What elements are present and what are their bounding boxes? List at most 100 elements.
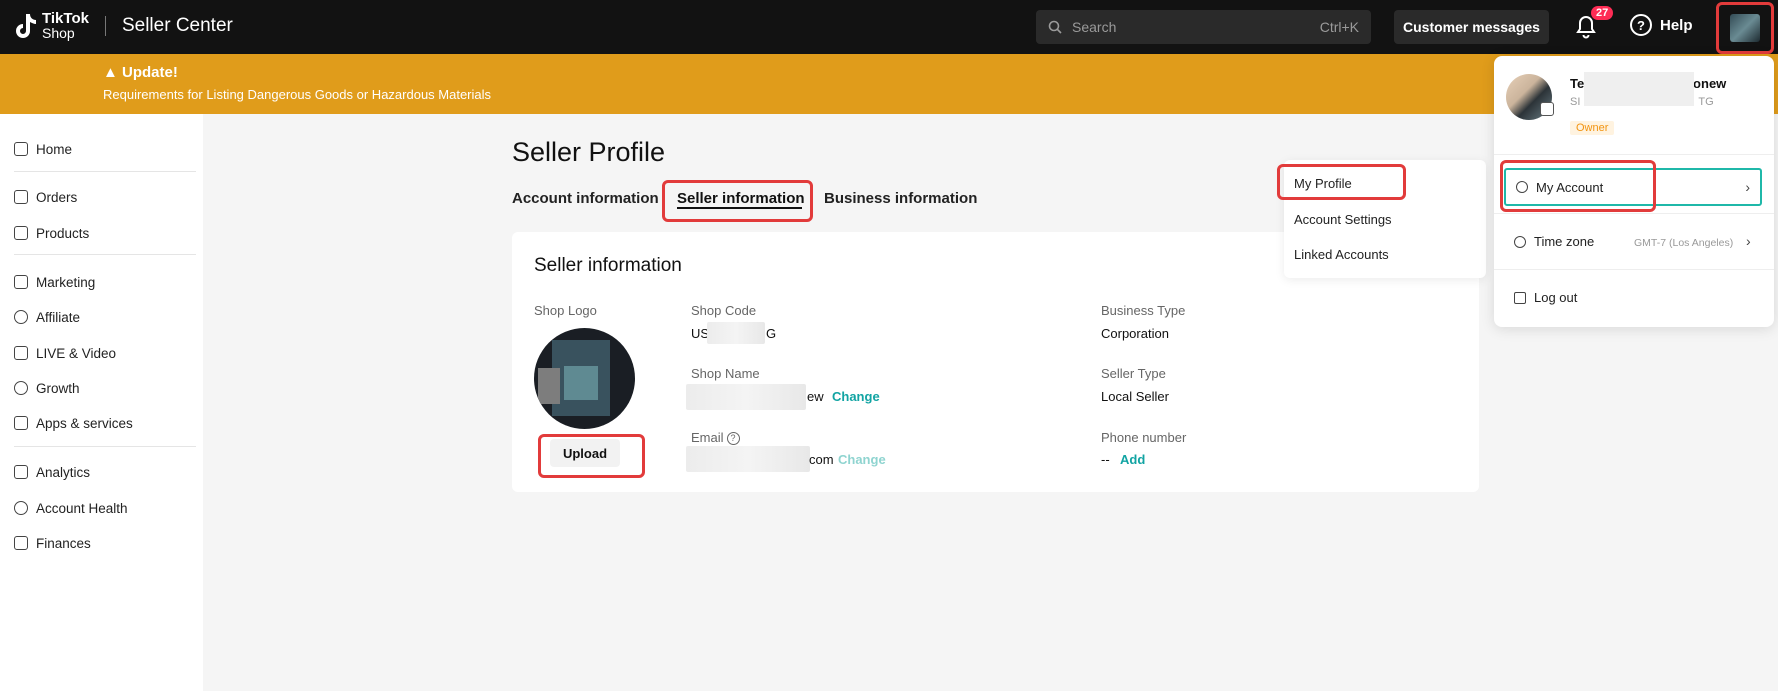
home-icon	[14, 142, 28, 156]
account-dropdown: Te iaonew SI TG Owner My Account › Time zo…	[1494, 56, 1774, 327]
sidebar-item-apps-services[interactable]: Apps & services	[14, 413, 133, 433]
search-shortcut: Ctrl+K	[1319, 19, 1359, 35]
sidebar-item-finances[interactable]: Finances	[14, 533, 91, 553]
redacted-shop-name	[686, 384, 806, 410]
my-account-label: My Account	[1536, 179, 1604, 195]
account-id-start: SI	[1570, 96, 1581, 108]
video-icon	[14, 346, 28, 360]
avatar	[1730, 14, 1760, 42]
menu-item-account-settings[interactable]: Account Settings	[1294, 212, 1392, 227]
upload-button[interactable]: Upload	[550, 439, 620, 467]
sidebar-divider	[14, 254, 196, 255]
shop-name-label: Shop Name	[691, 366, 760, 381]
trophy-icon	[14, 501, 28, 515]
affiliate-icon	[14, 310, 28, 324]
sidebar-item-marketing[interactable]: Marketing	[14, 272, 95, 292]
wallet-icon	[14, 536, 28, 550]
account-avatar-button[interactable]	[1716, 2, 1774, 54]
tiktok-note-icon	[16, 14, 36, 38]
product-name: Seller Center	[121, 15, 233, 36]
log-out-label: Log out	[1534, 290, 1578, 305]
sidebar-item-live-video[interactable]: LIVE & Video	[14, 343, 116, 363]
sidebar: Home Orders Products Marketing Affiliate…	[0, 114, 203, 691]
logo-divider	[104, 16, 106, 36]
menu-item-linked-accounts[interactable]: Linked Accounts	[1294, 247, 1389, 262]
sidebar-item-products[interactable]: Products	[14, 223, 89, 243]
card-title: Seller information	[534, 255, 682, 276]
business-type-label: Business Type	[1101, 303, 1186, 318]
help-button[interactable]: ? Help	[1630, 14, 1693, 36]
shop-logo-label: Shop Logo	[534, 303, 597, 318]
log-out-item[interactable]: Log out	[1514, 290, 1577, 305]
dropdown-divider	[1494, 213, 1774, 214]
time-zone-item[interactable]: Time zone	[1514, 234, 1594, 249]
time-zone-value: GMT-7 (Los Angeles)	[1634, 237, 1734, 249]
sidebar-item-label: Apps & services	[36, 415, 133, 431]
shop-code-label: Shop Code	[691, 303, 757, 318]
brand-name: TikTok Shop	[42, 11, 89, 41]
banner-title: ▲ Update!	[103, 64, 178, 81]
sidebar-item-label: Orders	[36, 189, 78, 205]
phone-number-value: --	[1101, 452, 1110, 467]
sidebar-item-label: Affiliate	[36, 309, 81, 325]
sidebar-item-label: Analytics	[36, 464, 91, 480]
user-icon	[1516, 181, 1528, 193]
megaphone-icon	[14, 275, 28, 289]
apps-icon	[14, 416, 28, 430]
tab-account-information[interactable]: Account information	[512, 190, 659, 207]
seller-type-label: Seller Type	[1101, 366, 1166, 381]
edit-avatar-icon[interactable]	[1540, 102, 1554, 116]
medal-icon	[14, 381, 28, 395]
help-label: Help	[1660, 16, 1693, 34]
chevron-right-icon: ›	[1746, 233, 1751, 249]
sidebar-item-label: Growth	[36, 380, 80, 396]
search-icon	[1048, 20, 1062, 34]
top-navigation-bar: TikTok Shop Seller Center Search Ctrl+K …	[0, 0, 1778, 54]
sidebar-item-analytics[interactable]: Analytics	[14, 462, 90, 482]
account-id-end: TG	[1698, 96, 1714, 108]
dropdown-divider	[1494, 269, 1774, 270]
sidebar-item-home[interactable]: Home	[14, 139, 72, 159]
tiktok-shop-logo[interactable]: TikTok Shop Seller Center	[12, 11, 233, 41]
email-label: Email?	[691, 430, 740, 446]
menu-item-my-profile[interactable]: My Profile	[1294, 176, 1352, 191]
seller-type-value: Local Seller	[1101, 389, 1169, 404]
sidebar-item-label: Finances	[36, 535, 91, 551]
sidebar-item-orders[interactable]: Orders	[14, 187, 77, 207]
phone-number-label: Phone number	[1101, 430, 1187, 445]
brand-line-2: Shop	[42, 25, 75, 41]
sidebar-item-label: Products	[36, 225, 90, 241]
sidebar-item-growth[interactable]: Growth	[14, 378, 80, 398]
profile-submenu: My Profile Account Settings Linked Accou…	[1284, 160, 1486, 278]
role-badge: Owner	[1570, 121, 1615, 135]
products-icon	[14, 226, 28, 240]
time-zone-label: Time zone	[1534, 234, 1595, 249]
change-shop-name-link[interactable]: Change	[832, 389, 880, 404]
change-email-link[interactable]: Change	[838, 452, 886, 467]
shop-code-suffix: G	[766, 326, 777, 341]
redacted-shop-code	[707, 322, 765, 344]
search-input[interactable]: Search Ctrl+K	[1036, 10, 1371, 44]
sidebar-item-account-health[interactable]: Account Health	[14, 498, 128, 518]
account-name-start: Te	[1570, 76, 1585, 91]
tab-business-information[interactable]: Business information	[824, 190, 977, 207]
shop-name-suffix: ew	[807, 389, 824, 404]
redacted-email	[686, 446, 810, 472]
orders-icon	[14, 190, 28, 204]
chevron-right-icon: ›	[1745, 179, 1750, 195]
tab-seller-information[interactable]: Seller information	[677, 190, 805, 207]
banner-message[interactable]: Requirements for Listing Dangerous Goods…	[103, 87, 491, 102]
notification-count-badge: 27	[1591, 6, 1614, 20]
business-type-value: Corporation	[1101, 326, 1169, 341]
sidebar-item-label: Home	[36, 141, 73, 157]
customer-messages-button[interactable]: Customer messages	[1394, 10, 1549, 44]
sidebar-divider	[14, 446, 196, 447]
sidebar-divider	[14, 171, 196, 172]
add-phone-link[interactable]: Add	[1120, 452, 1145, 467]
email-help-icon[interactable]: ?	[726, 432, 740, 446]
email-label-text: Email	[691, 430, 724, 445]
my-account-item[interactable]: My Account ›	[1504, 168, 1762, 206]
sidebar-item-label: LIVE & Video	[36, 345, 117, 361]
sidebar-item-affiliate[interactable]: Affiliate	[14, 307, 80, 327]
search-placeholder: Search	[1072, 19, 1117, 35]
